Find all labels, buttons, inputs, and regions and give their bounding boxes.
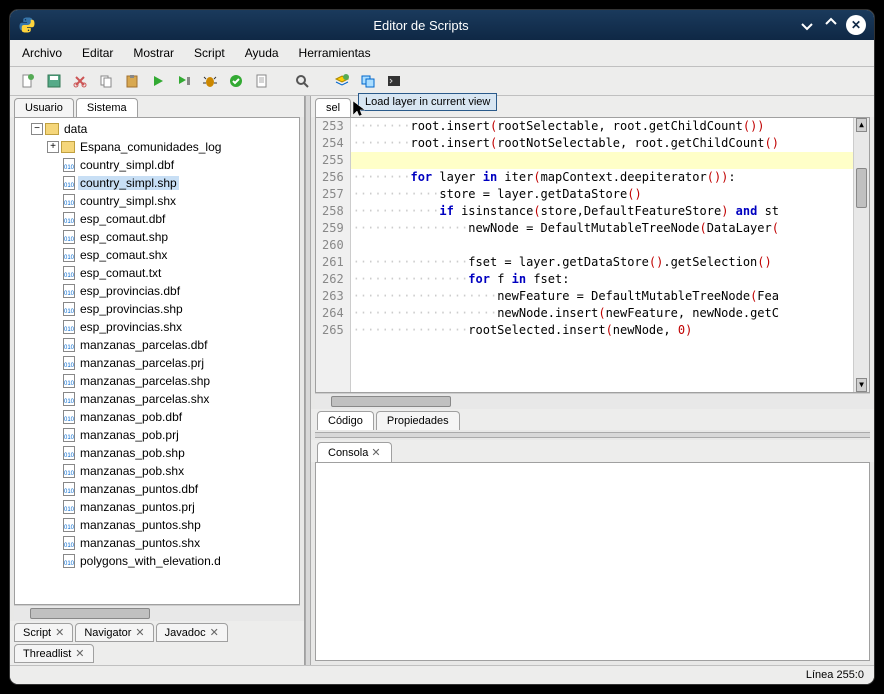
tree-file[interactable]: esp_comaut.txt [17, 264, 297, 282]
tab-close-icon[interactable]: ✕ [75, 647, 84, 660]
code-tab-label: sel [326, 102, 340, 114]
tree-file[interactable]: manzanas_pob.dbf [17, 408, 297, 426]
console-output[interactable] [315, 462, 870, 661]
code-line[interactable]: ····················newFeature = Default… [351, 288, 853, 305]
tree-file[interactable]: manzanas_pob.prj [17, 426, 297, 444]
tree-file[interactable]: manzanas_puntos.prj [17, 498, 297, 516]
tree-folder-data[interactable]: −data [17, 120, 297, 138]
menu-herramientas[interactable]: Herramientas [295, 44, 375, 62]
window-title: Editor de Scripts [44, 18, 798, 33]
tree-file[interactable]: manzanas_puntos.shp [17, 516, 297, 534]
run-selection-icon[interactable] [174, 71, 194, 91]
tree-file[interactable]: manzanas_puntos.shx [17, 534, 297, 552]
tab-javadoc[interactable]: Javadoc ✕ [156, 623, 228, 642]
tab-close-icon[interactable]: ✕ [135, 626, 144, 639]
code-line[interactable] [351, 152, 853, 169]
menu-mostrar[interactable]: Mostrar [129, 44, 178, 62]
tree-file[interactable]: manzanas_parcelas.dbf [17, 336, 297, 354]
console-close-icon[interactable]: ✕ [371, 447, 380, 459]
code-line[interactable]: ················fset = layer.getDataStor… [351, 254, 853, 271]
tab-usuario[interactable]: Usuario [14, 98, 74, 117]
code-line[interactable]: ········root.insert(rootSelectable, root… [351, 118, 853, 135]
left-panel: Usuario Sistema −data+Espana_comunidades… [10, 96, 305, 665]
cursor-position: Línea 255:0 [806, 669, 864, 681]
tab-codigo[interactable]: Código [317, 411, 374, 430]
tree-file[interactable]: manzanas_puntos.dbf [17, 480, 297, 498]
code-line[interactable]: ············store = layer.getDataStore() [351, 186, 853, 203]
cut-icon[interactable] [70, 71, 90, 91]
menu-archivo[interactable]: Archivo [18, 44, 66, 62]
tree-file[interactable]: polygons_with_elevation.d [17, 552, 297, 570]
tree-file[interactable]: esp_provincias.shp [17, 300, 297, 318]
python-icon [18, 16, 36, 34]
tree-file[interactable]: country_simpl.shx [17, 192, 297, 210]
tab-navigator[interactable]: Navigator ✕ [75, 623, 153, 642]
statusbar: Línea 255:0 [10, 665, 874, 684]
maximize-button[interactable] [822, 15, 840, 33]
tab-close-icon[interactable]: ✕ [55, 626, 64, 639]
tree-file[interactable]: esp_comaut.dbf [17, 210, 297, 228]
code-line[interactable]: ········root.insert(rootNotSelectable, r… [351, 135, 853, 152]
paste-icon[interactable] [122, 71, 142, 91]
code-file-tab[interactable]: sel [315, 98, 351, 117]
layers-icon[interactable] [358, 71, 378, 91]
tab-threadlist[interactable]: Threadlist ✕ [14, 644, 94, 663]
copy-icon[interactable] [96, 71, 116, 91]
tab-sistema[interactable]: Sistema [76, 98, 138, 117]
load-layer-icon[interactable] [332, 71, 352, 91]
close-button[interactable]: ✕ [846, 15, 866, 35]
code-hscrollbar[interactable] [315, 393, 870, 409]
tab-consola[interactable]: Consola ✕ [317, 442, 392, 462]
code-line[interactable] [351, 237, 853, 254]
tree-file[interactable]: manzanas_parcelas.shx [17, 390, 297, 408]
tree-folder-espana[interactable]: +Espana_comunidades_log [17, 138, 297, 156]
tab-propiedades[interactable]: Propiedades [376, 411, 460, 430]
code-line[interactable]: ················for f in fset: [351, 271, 853, 288]
terminal-icon[interactable] [384, 71, 404, 91]
tree-file[interactable]: esp_comaut.shx [17, 246, 297, 264]
tooltip: Load layer in current view [358, 93, 497, 111]
save-icon[interactable] [44, 71, 64, 91]
console-tab-label: Consola [328, 447, 368, 459]
titlebar: Editor de Scripts ✕ [10, 10, 874, 40]
check-icon[interactable] [226, 71, 246, 91]
code-line[interactable]: ················rootSelected.insert(newN… [351, 322, 853, 339]
horizontal-splitter[interactable] [315, 432, 870, 438]
code-line[interactable]: ················newNode = DefaultMutable… [351, 220, 853, 237]
zoom-icon[interactable] [292, 71, 312, 91]
tree-file[interactable]: esp_provincias.dbf [17, 282, 297, 300]
code-line[interactable]: ····················newNode.insert(newFe… [351, 305, 853, 322]
code-line[interactable]: ········for layer in iter(mapContext.dee… [351, 169, 853, 186]
code-vscrollbar[interactable]: ▲ ▼ [853, 118, 869, 392]
right-panel: sel 253254255256257258259260261262263264… [311, 96, 874, 665]
tree-file[interactable]: esp_comaut.shp [17, 228, 297, 246]
menu-editar[interactable]: Editar [78, 44, 117, 62]
tree-file[interactable]: manzanas_parcelas.prj [17, 354, 297, 372]
tree-file[interactable]: manzanas_pob.shx [17, 462, 297, 480]
menubar: Archivo Editar Mostrar Script Ayuda Herr… [10, 40, 874, 67]
page-icon[interactable] [252, 71, 272, 91]
tree-file[interactable]: manzanas_pob.shp [17, 444, 297, 462]
menu-ayuda[interactable]: Ayuda [241, 44, 283, 62]
code-line[interactable]: ············if isinstance(store,DefaultF… [351, 203, 853, 220]
line-gutter: 253254255256257258259260261262263264265 [316, 118, 351, 392]
tab-script[interactable]: Script ✕ [14, 623, 73, 642]
tree-file[interactable]: esp_provincias.shx [17, 318, 297, 336]
minimize-button[interactable] [798, 15, 816, 33]
tree-file[interactable]: manzanas_parcelas.shp [17, 372, 297, 390]
file-tree[interactable]: −data+Espana_comunidades_logcountry_simp… [14, 117, 300, 605]
new-file-icon[interactable] [18, 71, 38, 91]
toolbar: Load layer in current view [10, 67, 874, 96]
tree-hscrollbar[interactable] [14, 605, 300, 621]
tree-file[interactable]: country_simpl.shp [17, 174, 297, 192]
menu-script[interactable]: Script [190, 44, 229, 62]
tab-close-icon[interactable]: ✕ [210, 626, 219, 639]
run-icon[interactable] [148, 71, 168, 91]
tree-file[interactable]: country_simpl.dbf [17, 156, 297, 174]
debug-icon[interactable] [200, 71, 220, 91]
app-window: Editor de Scripts ✕ Archivo Editar Mostr… [10, 10, 874, 684]
code-editor[interactable]: 253254255256257258259260261262263264265 … [315, 117, 870, 393]
